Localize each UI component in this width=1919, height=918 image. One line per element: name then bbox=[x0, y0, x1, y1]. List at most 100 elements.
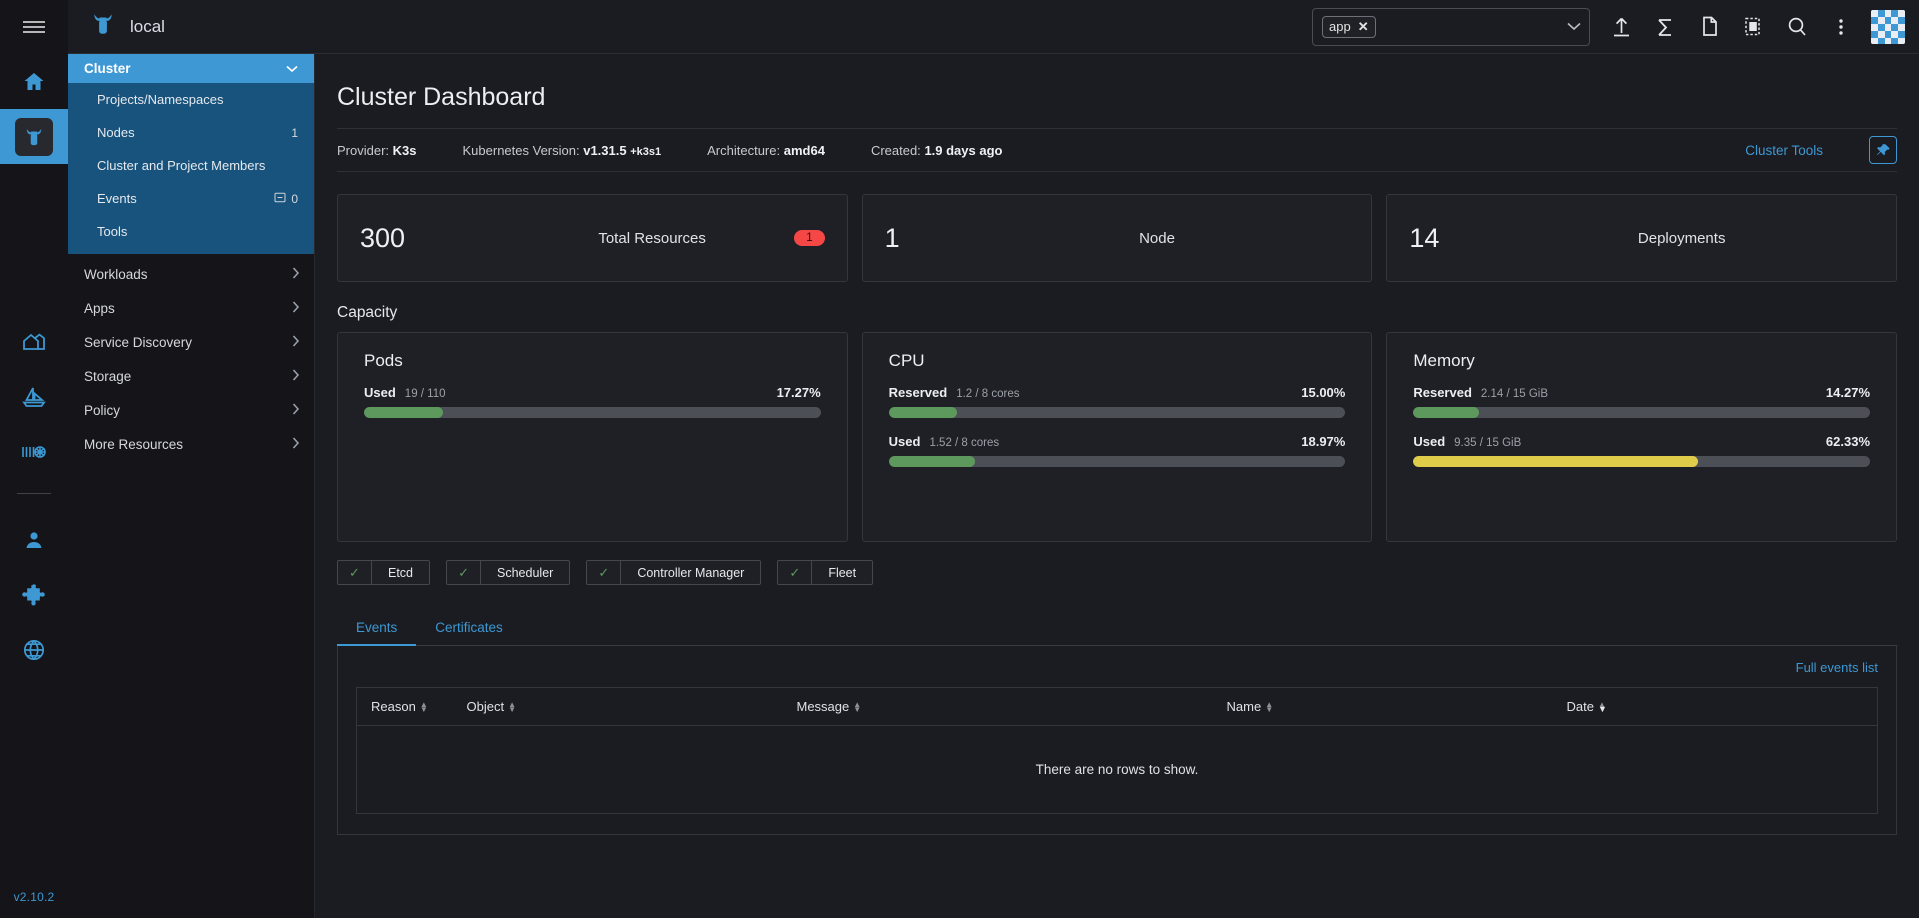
barn-icon[interactable] bbox=[0, 314, 68, 369]
capacity-section-title: Capacity bbox=[337, 304, 398, 321]
cluster-icon[interactable] bbox=[0, 109, 68, 164]
status-chip-label: Controller Manager bbox=[637, 565, 745, 580]
status-chip-fleet: ✓ Fleet bbox=[777, 560, 874, 585]
left-icon-rail: v2.10.2 bbox=[0, 0, 68, 918]
gauge-label: Reserved bbox=[888, 385, 948, 400]
meta-architecture: Architecture: amd64 bbox=[707, 143, 825, 158]
globe-icon[interactable] bbox=[0, 622, 68, 677]
kebab-menu-icon[interactable] bbox=[1820, 6, 1862, 48]
column-label: Message bbox=[796, 699, 850, 714]
progress-bar bbox=[364, 407, 821, 418]
sidebar-item-apps[interactable]: Apps bbox=[68, 295, 314, 322]
column-header-message[interactable]: Message ▲ ▼ bbox=[796, 687, 1227, 726]
sidebar-item-nodes[interactable]: Nodes 1 bbox=[68, 116, 314, 149]
sidebar-item-storage[interactable]: Storage bbox=[68, 363, 314, 390]
meta-sub: +k3s1 bbox=[630, 145, 662, 158]
column-label: Name bbox=[1226, 699, 1262, 714]
tab-certificates[interactable]: Certificates bbox=[416, 611, 522, 646]
cluster-tools-link[interactable]: Cluster Tools bbox=[1745, 143, 1823, 158]
chevron-right-icon[interactable] bbox=[292, 437, 300, 452]
chevron-right-icon[interactable] bbox=[292, 369, 300, 384]
sidebar-item-projects-namespaces[interactable]: Projects/Namespaces bbox=[68, 83, 314, 116]
namespace-chip[interactable]: app ✕ bbox=[1322, 15, 1376, 38]
sidebar-item-label: Apps bbox=[84, 301, 115, 316]
sidebar-item-label: More Resources bbox=[84, 437, 184, 452]
page-title: Cluster Dashboard bbox=[337, 83, 546, 111]
sidebar-item-events[interactable]: Events 0 bbox=[68, 182, 314, 215]
capacity-card-title: CPU bbox=[888, 351, 925, 370]
search-icon[interactable] bbox=[1776, 6, 1818, 48]
namespace-filter-dropdown[interactable]: app ✕ bbox=[1312, 7, 1590, 46]
sidebar-item-service-discovery[interactable]: Service Discovery bbox=[68, 329, 314, 356]
gauge-label: Used bbox=[888, 434, 921, 449]
sort-icon[interactable]: ▲ ▼ bbox=[420, 700, 428, 713]
puzzle-icon[interactable] bbox=[0, 567, 68, 622]
summary-card-total-resources[interactable]: 300 Total Resources 1 bbox=[337, 194, 848, 282]
sidebar-item-count: 1 bbox=[291, 125, 298, 140]
sort-icon[interactable]: ▲ ▼ bbox=[1265, 700, 1273, 713]
home-icon[interactable] bbox=[0, 54, 68, 109]
summary-label: Node bbox=[1139, 229, 1175, 247]
check-icon: ✓ bbox=[447, 561, 482, 584]
sidebar-item-count: 0 bbox=[291, 191, 298, 206]
download-kubeconfig-icon[interactable] bbox=[1732, 6, 1774, 48]
gauge-label: Used bbox=[1413, 434, 1446, 449]
column-label: Object bbox=[466, 699, 505, 714]
summary-card-node[interactable]: 1 Node bbox=[861, 194, 1373, 282]
progress-bar bbox=[1413, 456, 1871, 467]
menu-icon[interactable] bbox=[0, 0, 68, 54]
cluster-name: local bbox=[130, 16, 165, 36]
sidebar-item-label: Workloads bbox=[84, 267, 148, 282]
sort-icon[interactable]: ▲ ▼ bbox=[508, 700, 516, 713]
chevron-right-icon[interactable] bbox=[292, 267, 300, 282]
tab-events[interactable]: Events bbox=[337, 611, 417, 646]
column-header-name[interactable]: Name ▲ ▼ bbox=[1226, 687, 1567, 726]
sidebar-item-cluster-and-project-members[interactable]: Cluster and Project Members bbox=[68, 149, 314, 182]
sort-icon[interactable]: ▲ ▼ bbox=[853, 700, 861, 713]
kubectl-shell-icon[interactable] bbox=[1644, 6, 1686, 48]
sidebar-item-more-resources[interactable]: More Resources bbox=[68, 431, 314, 458]
pin-icon[interactable] bbox=[1869, 136, 1897, 164]
chevron-down-icon[interactable] bbox=[1567, 20, 1581, 34]
sailboat-icon[interactable] bbox=[0, 369, 68, 424]
sidebar-item-cluster[interactable]: Cluster bbox=[68, 54, 314, 83]
capacity-card-pods: Pods Used 19 / 110 17.27% bbox=[337, 332, 848, 542]
sidebar-item-label: Projects/Namespaces bbox=[97, 92, 224, 107]
gauge-sub: 19 / 110 bbox=[404, 388, 446, 400]
chevron-right-icon[interactable] bbox=[292, 301, 300, 316]
full-events-list-link[interactable]: Full events list bbox=[1796, 660, 1878, 675]
sidebar-nav: Cluster Projects/Namespaces Nodes 1 Clus… bbox=[68, 54, 315, 918]
progress-bar-fill bbox=[888, 407, 958, 418]
top-bar-icons bbox=[1600, 6, 1862, 48]
column-header-date[interactable]: Date ▲ ▼ bbox=[1566, 687, 1878, 726]
sort-icon[interactable]: ▲ ▼ bbox=[1598, 700, 1607, 713]
summary-card-deployments[interactable]: 14 Deployments bbox=[1386, 194, 1898, 282]
containers-icon[interactable] bbox=[0, 424, 68, 479]
chevron-down-icon[interactable] bbox=[286, 61, 298, 76]
column-header-object[interactable]: Object ▲ ▼ bbox=[466, 687, 797, 726]
column-header-reason[interactable]: Reason ▲ ▼ bbox=[356, 687, 467, 726]
gauge-sub: 2.14 / 15 GiB bbox=[1480, 388, 1549, 400]
events-table: Reason ▲ ▼ Object ▲ ▼ Message ▲ ▼ Name ▲… bbox=[356, 687, 1878, 814]
chevron-right-icon[interactable] bbox=[292, 403, 300, 418]
user-avatar[interactable] bbox=[1871, 9, 1905, 44]
body: Cluster Projects/Namespaces Nodes 1 Clus… bbox=[68, 54, 1919, 918]
sidebar-item-policy[interactable]: Policy bbox=[68, 397, 314, 424]
import-yaml-icon[interactable] bbox=[1600, 6, 1642, 48]
component-status-chips: ✓ Etcd ✓ Scheduler ✓ Controller Manager … bbox=[337, 560, 1897, 585]
user-icon[interactable] bbox=[0, 512, 68, 567]
meta-label: Architecture: bbox=[707, 142, 781, 158]
notes-icon[interactable] bbox=[1688, 6, 1730, 48]
sidebar-item-workloads[interactable]: Workloads bbox=[68, 261, 314, 288]
meta-value: v1.31.5 bbox=[583, 142, 627, 158]
column-label: Reason bbox=[371, 699, 416, 714]
brand[interactable]: local bbox=[90, 12, 165, 41]
status-chip-label: Scheduler bbox=[497, 565, 554, 580]
progress-bar-fill bbox=[888, 456, 976, 467]
close-icon[interactable]: ✕ bbox=[1358, 19, 1369, 35]
sidebar-item-tools[interactable]: Tools bbox=[68, 215, 314, 248]
gauge-label: Used bbox=[364, 385, 396, 400]
chevron-right-icon[interactable] bbox=[292, 335, 300, 350]
sidebar-item-label: Nodes bbox=[97, 125, 135, 140]
gauge-memory-reserved: Reserved 2.14 / 15 GiB 14.27% bbox=[1413, 385, 1871, 418]
